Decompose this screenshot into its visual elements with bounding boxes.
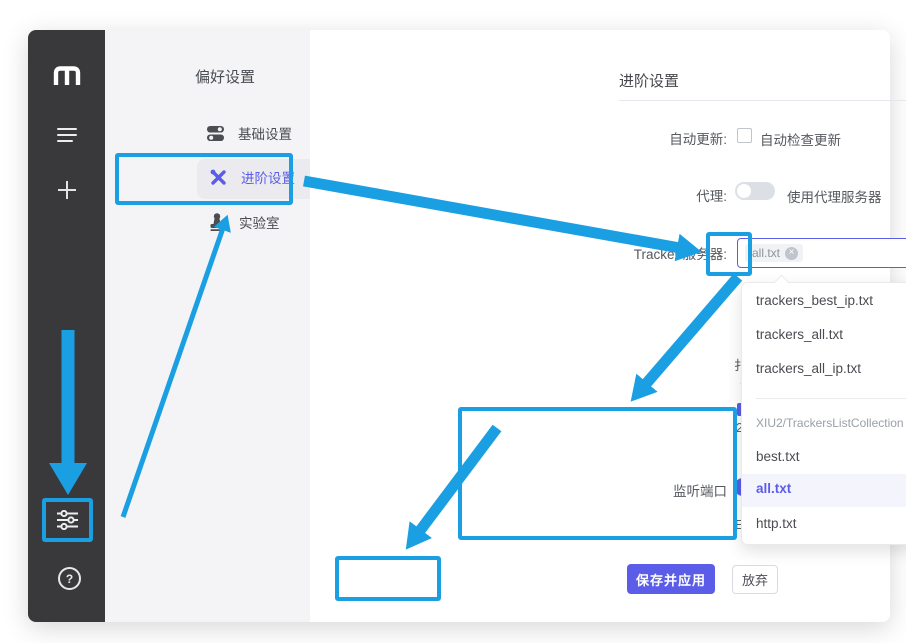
proxy-toggle-label[interactable]: 使用代理服务器 xyxy=(787,186,882,206)
tools-icon xyxy=(210,169,227,186)
proxy-toggle[interactable] xyxy=(735,182,775,200)
discard-button[interactable]: 放弃 xyxy=(732,565,778,594)
tracker-server-label: Tracker 服务器: xyxy=(540,243,727,263)
nav-item-lab[interactable]: 实验室 xyxy=(209,212,280,232)
selected-option-label: all.txt xyxy=(756,481,791,496)
proxy-label: 代理: xyxy=(540,185,727,205)
title-divider xyxy=(619,100,906,101)
text-fragment: 〈 xyxy=(733,373,741,392)
app-logo-icon xyxy=(52,65,82,90)
save-apply-button[interactable]: 保存并应用 xyxy=(627,564,715,594)
toggles-icon xyxy=(207,125,224,142)
add-task-icon[interactable] xyxy=(56,179,78,206)
dropdown-group-label: XIU2/TrackersListCollection xyxy=(742,413,906,433)
nav-item-basic-settings[interactable]: 基础设置 xyxy=(207,123,292,143)
auto-update-label: 自动更新: xyxy=(540,128,727,148)
dropdown-option[interactable]: trackers_all_ip.txt xyxy=(742,357,906,381)
listen-port-label: 监听端口 xyxy=(540,480,727,500)
screen: ? 偏好设置 基础设置 xyxy=(0,0,906,643)
auto-update-checkbox[interactable] xyxy=(737,128,752,143)
nav-item-label: 基础设置 xyxy=(238,123,292,143)
dropdown-option[interactable]: http.txt xyxy=(742,512,906,536)
task-list-icon[interactable] xyxy=(57,128,77,143)
help-glyph: ? xyxy=(66,572,73,586)
nav-item-advanced-settings[interactable]: 进阶设置 xyxy=(210,167,295,187)
preferences-title: 偏好设置 xyxy=(195,66,255,87)
tag-remove-icon[interactable]: × xyxy=(785,247,798,260)
selected-tracker-tag: all.txt × xyxy=(745,244,803,262)
preferences-sliders-icon[interactable] xyxy=(57,510,78,535)
tag-label: all.txt xyxy=(752,246,780,260)
tracker-server-select[interactable]: all.txt × xyxy=(737,238,906,268)
auto-update-checkbox-label[interactable]: 自动检查更新 xyxy=(760,129,841,149)
app-window: ? 偏好设置 基础设置 xyxy=(28,30,890,622)
dropdown-option[interactable]: best.txt xyxy=(742,445,906,469)
tracker-dropdown: trackers_best_ip.txt trackers_all.txt tr… xyxy=(741,282,906,545)
help-icon[interactable]: ? xyxy=(58,567,81,590)
dropdown-option[interactable]: trackers_all.txt xyxy=(742,323,906,347)
sidebar: ? xyxy=(28,30,105,622)
toggle-knob xyxy=(737,184,751,198)
dropdown-option-selected[interactable]: all.txt ✓ xyxy=(742,474,906,507)
dropdown-notch xyxy=(774,275,790,291)
nav-item-label: 进阶设置 xyxy=(241,167,295,187)
page-title: 进阶设置 xyxy=(619,70,679,91)
preferences-panel: 偏好设置 基础设置 进阶设置 xyxy=(105,30,310,622)
dropdown-option[interactable]: trackers_best_ip.txt xyxy=(742,289,906,313)
stamp-icon xyxy=(209,213,225,231)
nav-item-label: 实验室 xyxy=(239,212,280,232)
dropdown-divider xyxy=(756,398,906,399)
main-panel: × 进阶设置 自动更新: 自动检查更新 代理: 使用代理服务器 Tracker … xyxy=(310,30,890,622)
